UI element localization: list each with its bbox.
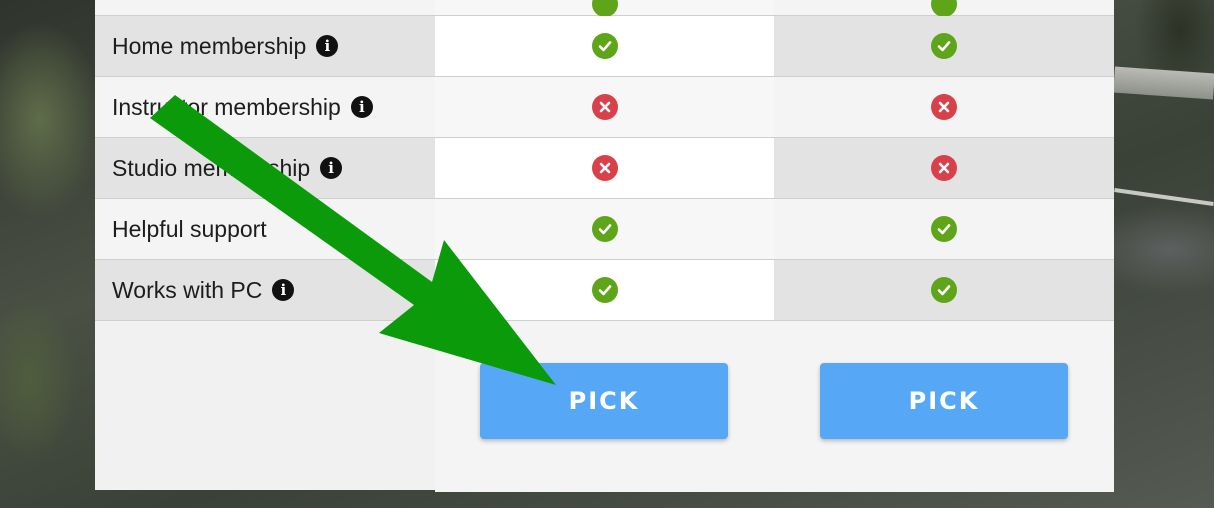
plan-2-cell xyxy=(774,199,1114,259)
feature-cell: Works with PC i xyxy=(95,260,435,320)
check-circle-icon xyxy=(591,277,618,303)
pick-button-plan-1[interactable]: PICK xyxy=(480,363,728,439)
table-row: Instructor membership i xyxy=(95,77,1114,138)
check-circle-icon xyxy=(931,33,958,59)
plan-1-cell xyxy=(434,77,775,137)
plan-2-cell xyxy=(774,16,1114,76)
guard-rail xyxy=(1113,66,1214,100)
feature-label: Works with PC xyxy=(112,276,263,303)
info-icon[interactable]: i xyxy=(350,96,373,118)
plan-1-cell xyxy=(434,138,775,198)
pricing-table: Home membership i Instructor membership i St… xyxy=(95,0,1114,492)
check-circle-icon xyxy=(591,0,618,17)
feature-label: Home membership xyxy=(112,32,307,59)
cross-circle-icon xyxy=(931,155,958,181)
info-icon[interactable]: i xyxy=(320,157,343,179)
plan-2-cell xyxy=(774,138,1114,198)
table-row-partial xyxy=(95,0,1114,17)
feature-cell: Studio membership i xyxy=(95,138,435,198)
check-circle-icon xyxy=(591,216,618,242)
info-icon[interactable]: i xyxy=(272,279,295,301)
table-row: Studio membership i xyxy=(95,138,1114,199)
feature-cell: Instructor membership i xyxy=(95,77,435,137)
cross-circle-icon xyxy=(591,94,618,120)
feature-cell: Home membership i xyxy=(95,16,435,76)
plan-1-cell xyxy=(434,16,775,76)
check-circle-icon xyxy=(931,277,958,303)
plan-2-cell xyxy=(774,77,1114,137)
table-row: Helpful support xyxy=(95,199,1114,260)
table-row: Works with PC i xyxy=(95,260,1114,321)
check-circle-icon xyxy=(931,0,958,17)
table-row: Home membership i xyxy=(95,16,1114,77)
feature-label: Studio membership xyxy=(112,154,311,181)
check-circle-icon xyxy=(931,216,958,242)
info-icon[interactable]: i xyxy=(316,35,339,57)
check-circle-icon xyxy=(591,33,618,59)
plan-1-cell xyxy=(434,260,775,320)
feature-label: Instructor membership xyxy=(112,93,341,120)
plan-2-cell xyxy=(774,260,1114,320)
cross-circle-icon xyxy=(591,155,618,181)
pick-button-plan-2[interactable]: PICK xyxy=(820,363,1068,439)
plan-1-cell xyxy=(434,199,775,259)
road-line xyxy=(1114,188,1214,206)
cross-circle-icon xyxy=(931,94,958,120)
feature-label: Helpful support xyxy=(112,215,267,242)
feature-cell: Helpful support xyxy=(95,199,435,259)
